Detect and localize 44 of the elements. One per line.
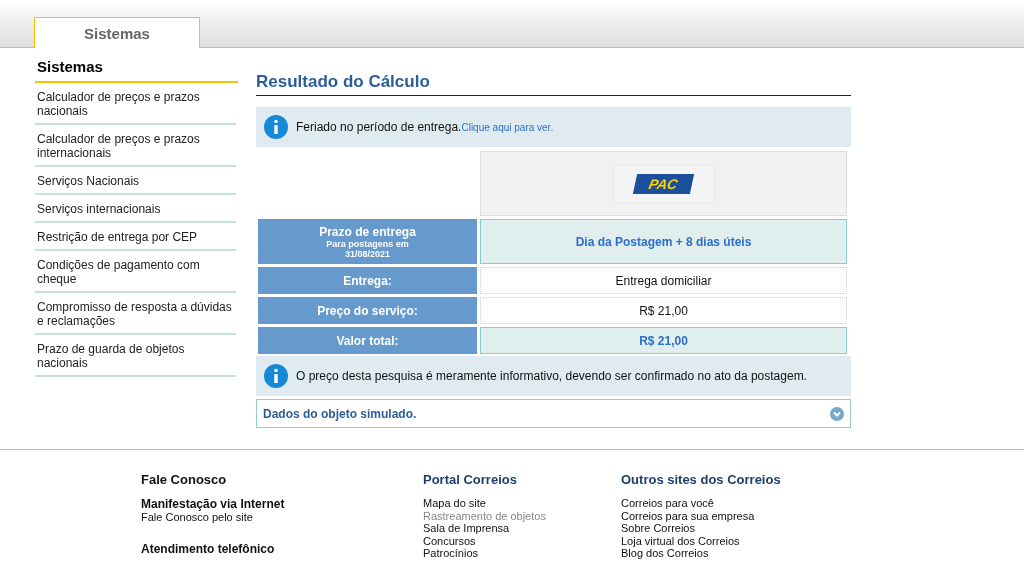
footer-link[interactable]: Fale Conosco pelo site — [141, 511, 423, 524]
sidebar-link[interactable]: Compromisso de resposta a dúvidas e reclamações — [35, 293, 236, 335]
label-cell: Entrega: — [258, 267, 477, 294]
sidebar-title: Sistemas — [35, 48, 238, 83]
footer-link[interactable]: Sobre Correios — [621, 522, 871, 535]
footer-link[interactable]: Mapa do site — [423, 497, 621, 510]
sidebar-link[interactable]: Restrição de entrega por CEP — [35, 223, 236, 251]
footer-link[interactable]: Rastreamento de objetos — [423, 509, 621, 522]
footer-link[interactable]: Loja virtual dos Correios — [621, 534, 871, 547]
footer-link[interactable]: Blog dos Correios — [621, 547, 871, 560]
label-text: Prazo de entrega — [319, 224, 416, 239]
footer-subheading: Manifestação via Internet — [141, 497, 286, 511]
footer-subheading: Atendimento telefônico — [141, 541, 276, 556]
footer-link[interactable]: Sala de Imprensa — [423, 522, 621, 535]
footer-link[interactable]: Correios para sua empresa — [621, 509, 871, 522]
chevron-down-icon — [830, 406, 844, 421]
label-cell: Valor total: — [258, 327, 477, 354]
sidebar-link[interactable]: Calculador de preços e prazos nacionais — [35, 83, 236, 125]
label-subtext: Para postagens em 31/08/2021 — [325, 238, 409, 259]
footer-heading: Fale Conosco — [141, 472, 228, 487]
sidebar-link[interactable]: Condições de pagamento com cheque — [35, 251, 236, 293]
value-cell: R$ 21,00 — [480, 327, 847, 354]
accordion-header[interactable]: Dados do objeto simulado. — [256, 399, 851, 428]
notice-link[interactable]: Clique aqui para ver. — [461, 122, 554, 133]
disclaimer-text: O preço desta pesquisa é meramente informativo, devendo ser confirmado no ato da postagem. — [296, 369, 807, 383]
footer-link[interactable]: Patrocínios — [423, 547, 621, 560]
notice-text: Feriado no período de entrega.Clique aqui para ver. — [296, 120, 554, 134]
sidebar-link[interactable]: Serviços internacionais — [35, 195, 236, 223]
footer-heading: Portal Correios — [423, 472, 518, 487]
value-cell: Dia da Postagem + 8 dias úteis — [480, 219, 847, 264]
value-cell: R$ 21,00 — [480, 297, 847, 324]
footer-link[interactable]: Correios para você — [621, 497, 871, 510]
value-cell: Entrega domiciliar — [480, 267, 847, 294]
tab[interactable]: Sistemas — [34, 17, 200, 48]
page-title: Resultado do Cálculo — [256, 48, 851, 96]
sidebar-link[interactable]: Prazo de guarda de objetos nacionais — [35, 335, 236, 377]
label-cell: Preço do serviço: — [258, 297, 477, 324]
sidebar-link[interactable]: Serviços Nacionais — [35, 167, 236, 195]
service-logo: PAC — [612, 164, 715, 203]
sidebar-link[interactable]: Calculador de preços e prazos internacionais — [35, 125, 236, 167]
info-icon — [264, 115, 288, 139]
info-icon — [264, 364, 288, 388]
footer-heading: Outros sites dos Correios — [621, 472, 782, 487]
footer-link[interactable]: Concursos — [423, 534, 621, 547]
